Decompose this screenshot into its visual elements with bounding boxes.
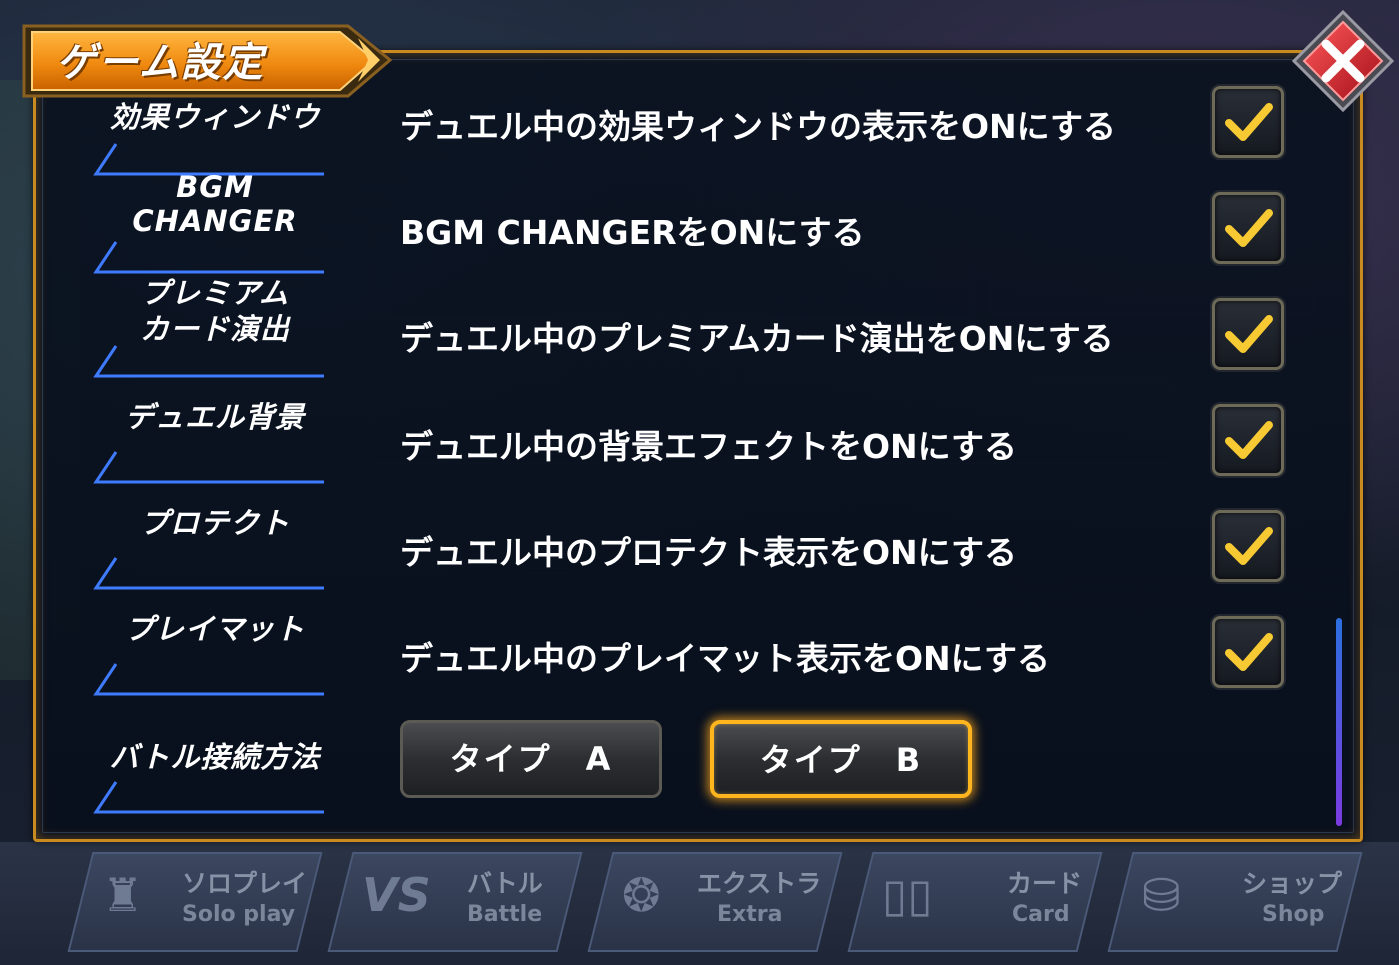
setting-description: デュエル中のプレミアムカード演出をONにする <box>400 319 1114 358</box>
setting-label-box: デュエル背景 <box>80 384 350 484</box>
battle-type-a-button[interactable]: タイプ A <box>400 720 662 798</box>
nav-label: カード <box>1007 869 1083 898</box>
tower-icon: ♜ <box>102 868 144 922</box>
setting-description: デュエル中のプレイマット表示をONにする <box>400 639 1051 678</box>
setting-row-battle-connection: バトル接続方法 <box>80 710 1300 814</box>
nav-shop[interactable]: ⛁ ショップ Shop <box>1107 852 1363 952</box>
setting-label: プロテクト <box>139 506 290 540</box>
battle-type-b-button[interactable]: タイプ B <box>710 720 972 798</box>
setting-label-box: BGM CHANGER <box>80 168 350 274</box>
shop-bag-icon: ⛁ <box>1142 868 1181 922</box>
nav-label-en: Battle <box>467 902 543 927</box>
dragon-emblem-icon: ❂ <box>622 868 661 922</box>
label-underline <box>93 557 324 590</box>
close-icon <box>1291 9 1395 113</box>
bottom-nav: ♜ ソロプレイ Solo play VS バトル Battle ❂ エクストラ … <box>0 842 1399 965</box>
label-underline <box>93 781 324 814</box>
setting-label: CHANGER <box>132 204 298 238</box>
protect-checkbox[interactable] <box>1212 510 1284 582</box>
checkmark-icon <box>1225 103 1273 141</box>
checkmark-icon <box>1225 315 1273 353</box>
setting-label: バトル接続方法 <box>109 740 321 774</box>
checkmark-icon <box>1225 421 1273 459</box>
label-underline <box>93 241 324 274</box>
setting-description: デュエル中の効果ウィンドウの表示をONにする <box>400 107 1117 146</box>
cards-icon: ▯▯ <box>882 868 933 922</box>
setting-description: BGM CHANGERをONにする <box>400 213 865 252</box>
setting-label: BGM <box>176 170 254 204</box>
setting-label: 効果ウィンドウ <box>109 100 320 134</box>
nav-battle[interactable]: VS バトル Battle <box>327 852 583 952</box>
setting-description: デュエル中の背景エフェクトをONにする <box>400 427 1018 466</box>
nav-card[interactable]: ▯▯ カード Card <box>847 852 1103 952</box>
nav-label-en: Shop <box>1262 902 1325 927</box>
checkmark-icon <box>1225 527 1273 565</box>
nav-label-en: Solo play <box>182 902 296 927</box>
setting-row-duel-background: デュエル背景 デュエル中の背景エフェクトをONにする <box>80 384 1300 484</box>
setting-row-effect-window: 効果ウィンドウ デュエル中の効果ウィンドウの表示をONにする <box>80 78 1300 178</box>
setting-label-box: プレイマット <box>80 596 350 696</box>
vs-icon: VS <box>362 868 431 922</box>
bgm-changer-checkbox[interactable] <box>1212 192 1284 264</box>
setting-label: プレミアム <box>141 276 289 310</box>
duel-background-checkbox[interactable] <box>1212 404 1284 476</box>
nav-label-en: Extra <box>717 902 783 927</box>
nav-label: エクストラ <box>697 869 822 898</box>
setting-row-bgm-changer: BGM CHANGER BGM CHANGERをONにする <box>80 168 1300 274</box>
label-underline <box>93 345 324 378</box>
setting-label-box: プロテクト <box>80 490 350 590</box>
nav-solo-play[interactable]: ♜ ソロプレイ Solo play <box>67 852 323 952</box>
nav-label: バトル <box>467 869 543 898</box>
setting-row-protect: プロテクト デュエル中のプロテクト表示をONにする <box>80 490 1300 590</box>
setting-label-box: プレミアム カード演出 <box>80 276 350 378</box>
premium-card-checkbox[interactable] <box>1212 298 1284 370</box>
setting-row-playmat: プレイマット デュエル中のプレイマット表示をONにする <box>80 596 1300 696</box>
setting-label-box: 効果ウィンドウ <box>80 78 350 178</box>
setting-row-premium-card: プレミアム カード演出 デュエル中のプレミアムカード演出をONにする <box>80 276 1300 378</box>
checkmark-icon <box>1225 209 1273 247</box>
playmat-checkbox[interactable] <box>1212 616 1284 688</box>
setting-label: プレイマット <box>124 612 305 646</box>
nav-extra[interactable]: ❂ エクストラ Extra <box>587 852 843 952</box>
effect-window-checkbox[interactable] <box>1212 86 1284 158</box>
label-underline <box>93 451 324 484</box>
nav-label-en: Card <box>1012 902 1070 927</box>
label-underline <box>93 663 324 696</box>
close-button[interactable] <box>1290 8 1396 114</box>
scrollbar[interactable] <box>1336 618 1342 826</box>
setting-label: デュエル背景 <box>124 400 305 434</box>
checkmark-icon <box>1225 633 1273 671</box>
nav-label: ショップ <box>1242 869 1343 898</box>
setting-description: デュエル中のプロテクト表示をONにする <box>400 533 1018 572</box>
setting-label-box: バトル接続方法 <box>80 710 350 814</box>
nav-label: ソロプレイ <box>182 869 308 898</box>
